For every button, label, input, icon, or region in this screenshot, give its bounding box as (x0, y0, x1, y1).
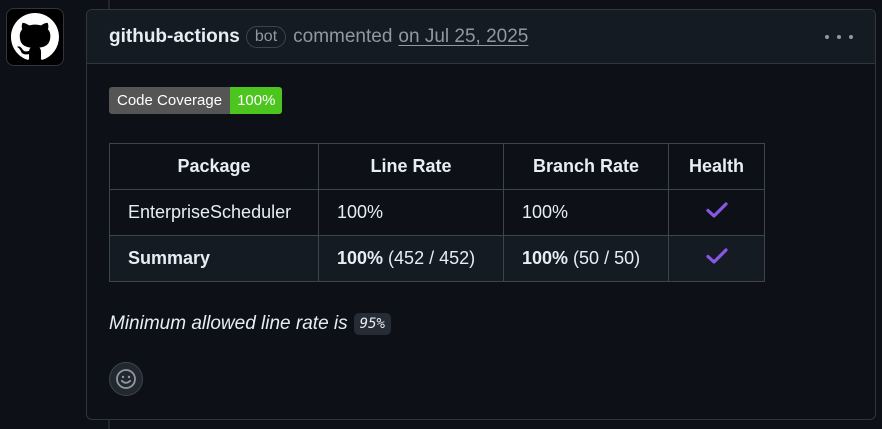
header-branch-rate: Branch Rate (503, 143, 669, 190)
line-rate-bold: 100% (337, 248, 384, 268)
branch-rate-cell: 100% (503, 189, 669, 236)
table-row: Summary 100% (452 / 452) 100% (50 / 50) (109, 235, 765, 282)
kebab-horizontal-icon[interactable] (825, 28, 853, 46)
avatar[interactable] (6, 8, 64, 66)
coverage-badge-label: Code Coverage (109, 87, 231, 114)
check-icon (705, 248, 728, 264)
comment-date-link[interactable]: on Jul 25, 2025 (398, 26, 528, 48)
package-cell: Summary (109, 235, 319, 282)
table-row: EnterpriseScheduler 100% 100% (109, 189, 765, 236)
add-reaction-button[interactable] (109, 362, 143, 396)
summary-label: Summary (128, 248, 211, 268)
smiley-icon (116, 369, 136, 389)
header-line-rate: Line Rate (318, 143, 504, 190)
minimum-line-rate: Minimum allowed line rate is 95% (109, 313, 391, 335)
github-logo-icon (11, 13, 59, 60)
health-cell (668, 235, 765, 282)
coverage-badge: Code Coverage 100% (109, 87, 283, 114)
line-rate-cell: 100% (318, 189, 504, 236)
minimum-line-value: 95% (353, 313, 391, 335)
table-header-row: Package Line Rate Branch Rate Health (109, 143, 765, 190)
commented-text: commented (293, 25, 393, 47)
bot-badge: bot (245, 25, 287, 48)
header-health: Health (668, 143, 765, 190)
branch-rate-cell: 100% (50 / 50) (503, 235, 669, 282)
comment-header: github-actions bot commented on Jul 25, … (87, 10, 875, 64)
coverage-badge-value: 100% (230, 87, 283, 114)
branch-rate-bold: 100% (522, 248, 569, 268)
coverage-table: Package Line Rate Branch Rate Health Ent… (109, 143, 765, 282)
health-cell (668, 189, 765, 236)
package-cell: EnterpriseScheduler (109, 189, 319, 236)
line-rate-detail: (452 / 452) (383, 248, 476, 268)
branch-rate-detail: (50 / 50) (568, 248, 641, 268)
author-link[interactable]: github-actions (109, 26, 240, 48)
header-package: Package (109, 143, 319, 190)
comment-box: github-actions bot commented on Jul 25, … (86, 9, 876, 420)
minimum-line-text: Minimum allowed line rate is (109, 313, 348, 334)
check-icon (705, 202, 728, 218)
line-rate-cell: 100% (452 / 452) (318, 235, 504, 282)
